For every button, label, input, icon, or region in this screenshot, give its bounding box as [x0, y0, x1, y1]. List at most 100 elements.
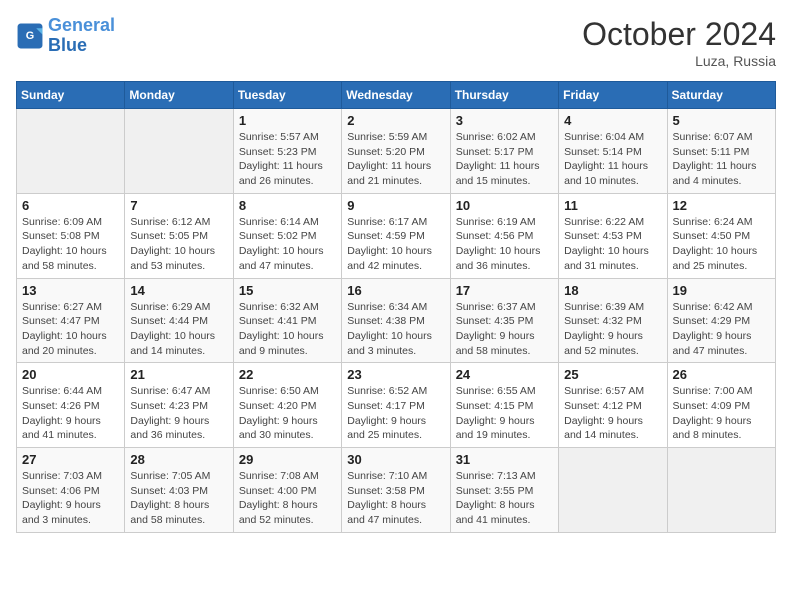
- column-header-friday: Friday: [559, 82, 667, 109]
- calendar-cell: 5Sunrise: 6:07 AM Sunset: 5:11 PM Daylig…: [667, 109, 775, 194]
- day-info: Sunrise: 6:55 AM Sunset: 4:15 PM Dayligh…: [456, 384, 553, 443]
- calendar-cell: 2 Sunrise: 5:59 AM Sunset: 5:20 PM Daylig…: [342, 109, 450, 194]
- calendar-cell: 17 Sunrise: 6:37 AM Sunset: 4:35 PM Dayli…: [450, 278, 558, 363]
- calendar-cell: 31Sunrise: 7:13 AM Sunset: 3:55 PM Dayli…: [450, 448, 558, 533]
- day-number: 2: [347, 113, 444, 128]
- column-header-wednesday: Wednesday: [342, 82, 450, 109]
- day-info: Sunrise: 7:03 AM Sunset: 4:06 PM Dayligh…: [22, 469, 119, 528]
- calendar-cell: 16 Sunrise: 6:34 AM Sunset: 4:38 PM Dayli…: [342, 278, 450, 363]
- calendar-cell: [125, 109, 233, 194]
- calendar-cell: 22 Sunrise: 6:50 AM Sunset: 4:20 PM Dayli…: [233, 363, 341, 448]
- day-info: Sunrise: 6:22 AM Sunset: 4:53 PM Dayligh…: [564, 215, 661, 274]
- day-info: Sunrise: 6:37 AM Sunset: 4:35 PM Dayligh…: [456, 300, 553, 359]
- day-number: 22: [239, 367, 336, 382]
- day-info: Sunrise: 6:39 AM Sunset: 4:32 PM Dayligh…: [564, 300, 661, 359]
- day-info: Sunrise: 7:10 AM Sunset: 3:58 PM Dayligh…: [347, 469, 444, 528]
- calendar-cell: 9Sunrise: 6:17 AM Sunset: 4:59 PM Daylig…: [342, 193, 450, 278]
- calendar-week-3: 13Sunrise: 6:27 AM Sunset: 4:47 PM Dayli…: [17, 278, 776, 363]
- calendar-cell: 27Sunrise: 7:03 AM Sunset: 4:06 PM Dayli…: [17, 448, 125, 533]
- day-number: 7: [130, 198, 227, 213]
- calendar-cell: 3Sunrise: 6:02 AM Sunset: 5:17 PM Daylig…: [450, 109, 558, 194]
- logo: G General Blue: [16, 16, 115, 56]
- day-info: Sunrise: 6:57 AM Sunset: 4:12 PM Dayligh…: [564, 384, 661, 443]
- day-info: Sunrise: 6:42 AM Sunset: 4:29 PM Dayligh…: [673, 300, 770, 359]
- calendar-cell: 30 Sunrise: 7:10 AM Sunset: 3:58 PM Dayli…: [342, 448, 450, 533]
- column-header-monday: Monday: [125, 82, 233, 109]
- column-header-thursday: Thursday: [450, 82, 558, 109]
- day-info: Sunrise: 7:05 AM Sunset: 4:03 PM Dayligh…: [130, 469, 227, 528]
- day-info: Sunrise: 6:29 AM Sunset: 4:44 PM Dayligh…: [130, 300, 227, 359]
- calendar-cell: 26Sunrise: 7:00 AM Sunset: 4:09 PM Dayli…: [667, 363, 775, 448]
- location: Luza, Russia: [582, 53, 776, 69]
- day-number: 30: [347, 452, 444, 467]
- day-number: 11: [564, 198, 661, 213]
- svg-text:G: G: [26, 30, 34, 42]
- calendar-body: 1 Sunrise: 5:57 AM Sunset: 5:23 PM Daylig…: [17, 109, 776, 533]
- calendar-cell: 21 Sunrise: 6:47 AM Sunset: 4:23 PM Dayli…: [125, 363, 233, 448]
- calendar-cell: 15 Sunrise: 6:32 AM Sunset: 4:41 PM Dayli…: [233, 278, 341, 363]
- day-info: Sunrise: 6:09 AM Sunset: 5:08 PM Dayligh…: [22, 215, 119, 274]
- calendar-cell: 18 Sunrise: 6:39 AM Sunset: 4:32 PM Dayli…: [559, 278, 667, 363]
- day-number: 25: [564, 367, 661, 382]
- calendar-cell: 20 Sunrise: 6:44 AM Sunset: 4:26 PM Dayli…: [17, 363, 125, 448]
- day-info: Sunrise: 6:52 AM Sunset: 4:17 PM Dayligh…: [347, 384, 444, 443]
- calendar-cell: [17, 109, 125, 194]
- calendar-header-row: SundayMondayTuesdayWednesdayThursdayFrid…: [17, 82, 776, 109]
- calendar-cell: 24Sunrise: 6:55 AM Sunset: 4:15 PM Dayli…: [450, 363, 558, 448]
- day-info: Sunrise: 6:04 AM Sunset: 5:14 PM Dayligh…: [564, 130, 661, 189]
- day-info: Sunrise: 6:47 AM Sunset: 4:23 PM Dayligh…: [130, 384, 227, 443]
- day-number: 15: [239, 283, 336, 298]
- day-number: 19: [673, 283, 770, 298]
- title-area: October 2024 Luza, Russia: [582, 16, 776, 69]
- day-info: Sunrise: 6:12 AM Sunset: 5:05 PM Dayligh…: [130, 215, 227, 274]
- logo-line2: Blue: [48, 35, 87, 55]
- day-info: Sunrise: 6:02 AM Sunset: 5:17 PM Dayligh…: [456, 130, 553, 189]
- day-number: 26: [673, 367, 770, 382]
- calendar-week-1: 1 Sunrise: 5:57 AM Sunset: 5:23 PM Daylig…: [17, 109, 776, 194]
- day-info: Sunrise: 5:57 AM Sunset: 5:23 PM Dayligh…: [239, 130, 336, 189]
- calendar-cell: 12 Sunrise: 6:24 AM Sunset: 4:50 PM Dayli…: [667, 193, 775, 278]
- calendar-week-4: 20 Sunrise: 6:44 AM Sunset: 4:26 PM Dayli…: [17, 363, 776, 448]
- logo-text: General Blue: [48, 16, 115, 56]
- day-number: 31: [456, 452, 553, 467]
- calendar-table: SundayMondayTuesdayWednesdayThursdayFrid…: [16, 81, 776, 533]
- day-number: 18: [564, 283, 661, 298]
- calendar-cell: 11 Sunrise: 6:22 AM Sunset: 4:53 PM Dayli…: [559, 193, 667, 278]
- day-number: 17: [456, 283, 553, 298]
- day-number: 14: [130, 283, 227, 298]
- day-number: 29: [239, 452, 336, 467]
- calendar-cell: 14 Sunrise: 6:29 AM Sunset: 4:44 PM Dayli…: [125, 278, 233, 363]
- calendar-cell: 6Sunrise: 6:09 AM Sunset: 5:08 PM Daylig…: [17, 193, 125, 278]
- day-number: 12: [673, 198, 770, 213]
- day-number: 4: [564, 113, 661, 128]
- day-number: 13: [22, 283, 119, 298]
- day-number: 21: [130, 367, 227, 382]
- day-number: 16: [347, 283, 444, 298]
- day-info: Sunrise: 6:24 AM Sunset: 4:50 PM Dayligh…: [673, 215, 770, 274]
- calendar-cell: [559, 448, 667, 533]
- calendar-cell: 7 Sunrise: 6:12 AM Sunset: 5:05 PM Daylig…: [125, 193, 233, 278]
- month-title: October 2024: [582, 16, 776, 53]
- calendar-week-5: 27Sunrise: 7:03 AM Sunset: 4:06 PM Dayli…: [17, 448, 776, 533]
- column-header-tuesday: Tuesday: [233, 82, 341, 109]
- logo-line1: General: [48, 15, 115, 35]
- day-number: 20: [22, 367, 119, 382]
- day-info: Sunrise: 6:19 AM Sunset: 4:56 PM Dayligh…: [456, 215, 553, 274]
- day-number: 1: [239, 113, 336, 128]
- day-info: Sunrise: 6:32 AM Sunset: 4:41 PM Dayligh…: [239, 300, 336, 359]
- day-info: Sunrise: 6:50 AM Sunset: 4:20 PM Dayligh…: [239, 384, 336, 443]
- column-header-saturday: Saturday: [667, 82, 775, 109]
- day-info: Sunrise: 6:44 AM Sunset: 4:26 PM Dayligh…: [22, 384, 119, 443]
- calendar-cell: 28 Sunrise: 7:05 AM Sunset: 4:03 PM Dayli…: [125, 448, 233, 533]
- page-header: G General Blue October 2024 Luza, Russia: [16, 16, 776, 69]
- day-number: 9: [347, 198, 444, 213]
- day-number: 28: [130, 452, 227, 467]
- day-info: Sunrise: 7:08 AM Sunset: 4:00 PM Dayligh…: [239, 469, 336, 528]
- calendar-cell: 4 Sunrise: 6:04 AM Sunset: 5:14 PM Daylig…: [559, 109, 667, 194]
- day-number: 8: [239, 198, 336, 213]
- calendar-cell: 23Sunrise: 6:52 AM Sunset: 4:17 PM Dayli…: [342, 363, 450, 448]
- calendar-cell: 8Sunrise: 6:14 AM Sunset: 5:02 PM Daylig…: [233, 193, 341, 278]
- day-info: Sunrise: 6:34 AM Sunset: 4:38 PM Dayligh…: [347, 300, 444, 359]
- day-number: 10: [456, 198, 553, 213]
- day-info: Sunrise: 5:59 AM Sunset: 5:20 PM Dayligh…: [347, 130, 444, 189]
